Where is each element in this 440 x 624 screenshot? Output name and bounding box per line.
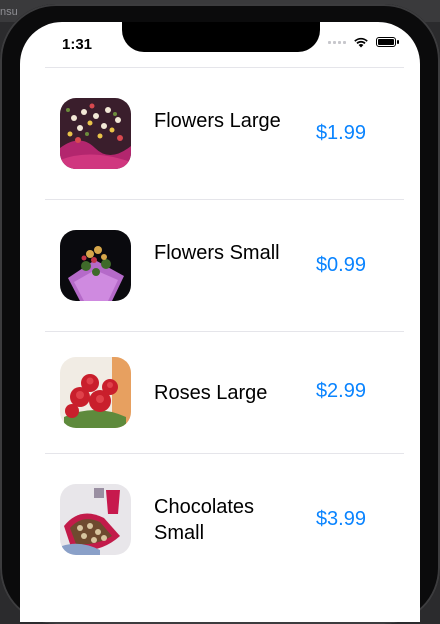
roses-large-photo bbox=[60, 357, 131, 428]
list-item-flowers-small[interactable]: Flowers Small $0.99 bbox=[45, 200, 404, 331]
product-price: $1.99 bbox=[315, 122, 366, 144]
background-text-fragment: nsu bbox=[0, 6, 18, 18]
flowers-small-photo bbox=[60, 230, 131, 301]
list-item-flowers-large[interactable]: Flowers Large $1.99 bbox=[45, 68, 404, 199]
product-price: $2.99 bbox=[315, 380, 366, 402]
phone-frame: 1:31 Flowers Large $1.99 Flowers Small $… bbox=[0, 4, 440, 624]
status-time: 1:31 bbox=[62, 36, 93, 53]
product-name: Chocolates Small bbox=[154, 496, 255, 544]
list-item-roses-large[interactable]: Roses Large $2.99 bbox=[45, 332, 404, 453]
product-price: $3.99 bbox=[315, 508, 366, 530]
product-name: Roses Large bbox=[154, 382, 268, 404]
product-name: Flowers Large bbox=[154, 110, 281, 132]
cellular-signal-icon bbox=[328, 40, 346, 44]
status-icons bbox=[328, 36, 399, 48]
product-list: Flowers Large $1.99 Flowers Small $0.99 … bbox=[45, 67, 404, 585]
chocolates-small-photo bbox=[60, 484, 131, 555]
flowers-large-photo bbox=[60, 98, 131, 169]
notch bbox=[122, 22, 320, 52]
list-item-chocolates-small[interactable]: Chocolates Small $3.99 bbox=[45, 454, 404, 585]
wifi-icon bbox=[354, 37, 368, 48]
product-price: $0.99 bbox=[315, 254, 366, 276]
battery-icon bbox=[376, 37, 399, 47]
product-name: Flowers Small bbox=[154, 242, 280, 264]
phone-screen: 1:31 Flowers Large $1.99 Flowers Small $… bbox=[20, 22, 420, 622]
